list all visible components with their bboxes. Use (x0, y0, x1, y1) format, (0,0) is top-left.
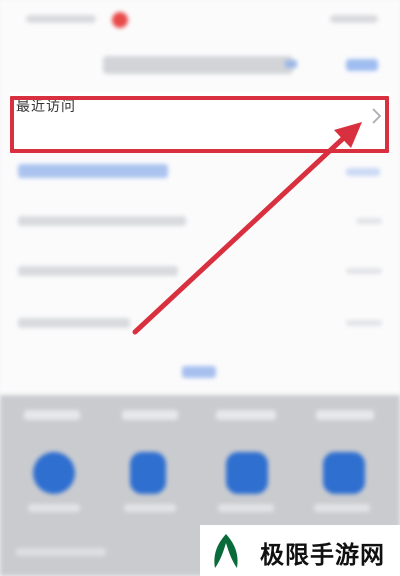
section-tag[interactable] (346, 168, 380, 176)
header-action-button[interactable] (346, 59, 378, 71)
status-indicators (330, 15, 378, 23)
highlight-box (10, 96, 389, 153)
status-bar (0, 0, 400, 38)
section-header[interactable] (18, 164, 168, 178)
watermark: 极限手游网 (200, 525, 400, 576)
tab-item[interactable] (122, 410, 178, 420)
list-item[interactable] (18, 266, 178, 276)
list-item[interactable] (18, 216, 186, 226)
tab-item[interactable] (216, 410, 276, 420)
video-icon[interactable] (226, 452, 268, 494)
logo-icon (214, 534, 238, 568)
notification-dot (112, 12, 128, 28)
app-icon[interactable] (33, 452, 75, 494)
footer-text (16, 548, 106, 556)
list-item-meta (346, 268, 382, 274)
chevron-down-icon[interactable] (285, 60, 297, 68)
list-item[interactable] (18, 318, 130, 328)
tab-item[interactable] (316, 410, 374, 420)
document-icon[interactable] (130, 452, 166, 494)
more-link[interactable] (182, 366, 216, 378)
app-label (218, 504, 274, 512)
watermark-text: 极限手游网 (260, 541, 385, 569)
app-label (28, 504, 80, 512)
image-icon[interactable] (323, 452, 365, 494)
app-label (314, 504, 370, 512)
main-panel (0, 0, 400, 395)
tab-item[interactable] (24, 410, 80, 420)
list-item-meta (346, 320, 382, 326)
page-title[interactable] (103, 56, 293, 74)
list-item-meta (356, 218, 382, 224)
app-label (124, 504, 176, 512)
status-time (26, 12, 106, 26)
